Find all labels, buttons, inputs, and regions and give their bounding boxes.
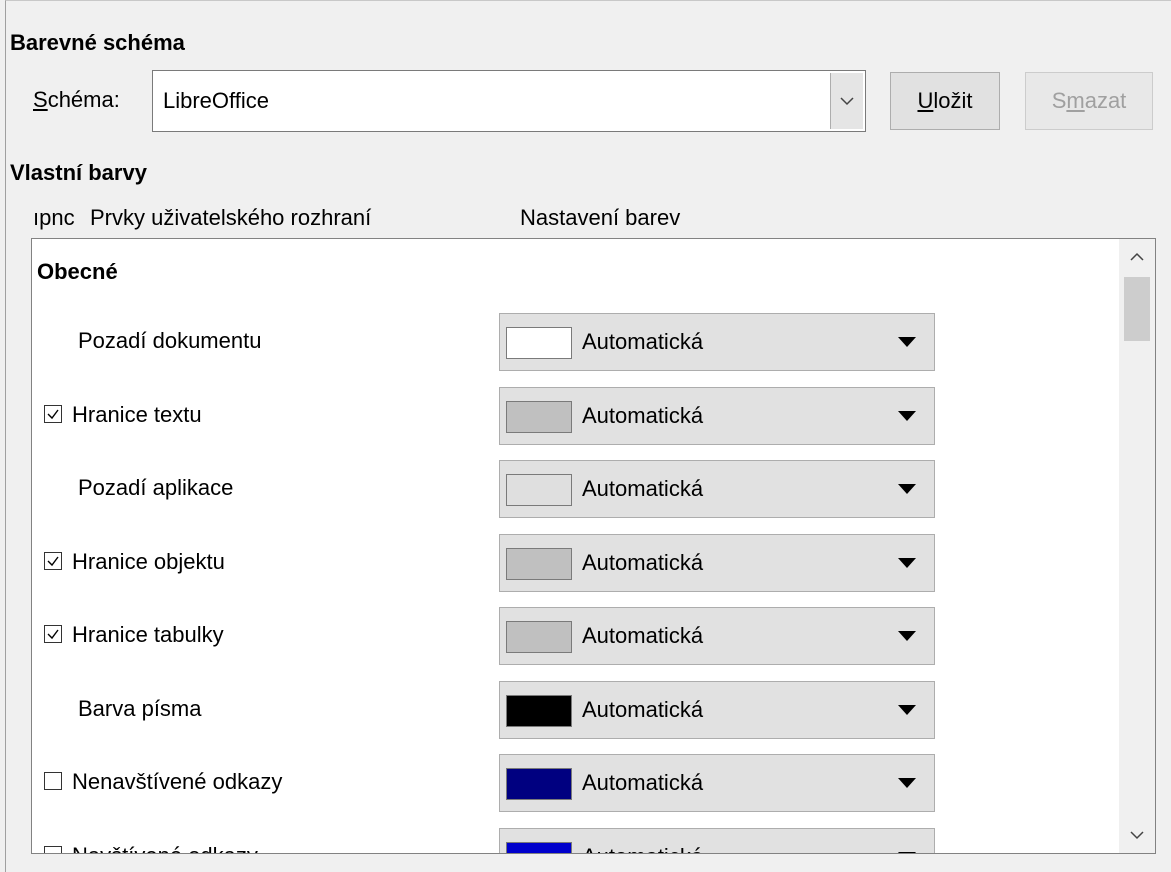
scheme-combobox-value: LibreOffice bbox=[163, 88, 269, 113]
color-swatch bbox=[506, 768, 572, 800]
scheme-combobox[interactable]: LibreOffice bbox=[152, 70, 866, 132]
scrollbar[interactable] bbox=[1119, 239, 1155, 853]
dropdown-arrow-icon[interactable] bbox=[898, 484, 916, 494]
color-dropdown-value: Automatická bbox=[582, 329, 704, 354]
check-icon bbox=[47, 409, 59, 420]
color-dropdown-value: Automatická bbox=[582, 403, 704, 428]
scroll-down-icon[interactable] bbox=[1119, 817, 1155, 853]
color-scheme-title: Barevné schéma bbox=[10, 30, 185, 55]
list-item[interactable]: Nenavštívené odkazy Automatická bbox=[32, 754, 1112, 814]
row-label: Pozadí aplikace bbox=[78, 475, 234, 500]
list-item[interactable]: Hranice textu Automatická bbox=[32, 387, 1112, 447]
list-item[interactable]: Navštívené odkazy Automatická bbox=[32, 828, 1112, 853]
scheme-label: Schéma: bbox=[33, 87, 120, 112]
column-header-color-setting[interactable]: Nastavení barev bbox=[520, 205, 680, 231]
row-label: Barva písma bbox=[78, 696, 202, 721]
color-dropdown[interactable]: Automatická bbox=[499, 387, 935, 445]
color-dropdown-value: Automatická bbox=[582, 844, 703, 853]
color-list[interactable]: Obecné Pozadí dokumentu Automatická Hranic… bbox=[31, 238, 1156, 854]
scroll-thumb[interactable] bbox=[1124, 277, 1150, 341]
group-title: Obecné bbox=[37, 259, 118, 284]
row-label: Hranice objektu bbox=[72, 549, 225, 574]
list-item[interactable]: Hranice objektu Automatická bbox=[32, 534, 1112, 594]
row-label: Hranice tabulky bbox=[72, 622, 224, 647]
dropdown-arrow-icon[interactable] bbox=[898, 631, 916, 641]
color-dropdown-value: Automatická bbox=[582, 770, 704, 795]
color-dropdown-value: Automatická bbox=[582, 623, 704, 648]
delete-button[interactable]: Sm azat bbox=[1025, 72, 1153, 130]
row-label: Nenavštívené odkazy bbox=[72, 769, 283, 794]
color-swatch bbox=[506, 548, 572, 580]
dropdown-arrow-icon[interactable] bbox=[898, 852, 916, 853]
color-swatch bbox=[506, 842, 572, 853]
check-icon bbox=[47, 556, 59, 567]
check-icon bbox=[47, 629, 59, 640]
color-dropdown[interactable]: Automatická bbox=[499, 681, 935, 739]
color-swatch bbox=[506, 695, 572, 727]
color-dropdown[interactable]: Automatická bbox=[499, 534, 935, 592]
dropdown-arrow-icon[interactable] bbox=[898, 558, 916, 568]
color-dropdown[interactable]: Automatická bbox=[499, 754, 935, 812]
color-swatch bbox=[506, 621, 572, 653]
checked-checkbox[interactable] bbox=[44, 405, 62, 423]
chevron-down-icon[interactable] bbox=[830, 73, 863, 129]
column-header-ui-elements[interactable]: Prvky uživatelského rozhraní bbox=[90, 205, 371, 231]
dropdown-arrow-icon[interactable] bbox=[898, 778, 916, 788]
dropdown-arrow-icon[interactable] bbox=[898, 337, 916, 347]
save-button[interactable]: Uložit bbox=[890, 72, 1000, 130]
color-dropdown-value: Automatická bbox=[582, 550, 704, 575]
row-label: Pozadí dokumentu bbox=[78, 328, 262, 353]
color-dropdown[interactable]: Automatická bbox=[499, 828, 935, 853]
dropdown-arrow-icon[interactable] bbox=[898, 705, 916, 715]
color-dropdown[interactable]: Automatická bbox=[499, 607, 935, 665]
list-item[interactable]: Pozadí dokumentu Automatická bbox=[32, 313, 1112, 373]
checkbox[interactable] bbox=[44, 772, 62, 790]
list-item[interactable]: Barva písma Automatická bbox=[32, 681, 1112, 741]
checkbox[interactable] bbox=[44, 846, 62, 853]
column-header-on[interactable]: ıpnc bbox=[33, 205, 75, 231]
color-swatch bbox=[506, 327, 572, 359]
color-swatch bbox=[506, 401, 572, 433]
scroll-up-icon[interactable] bbox=[1119, 239, 1155, 275]
row-label: Navštívené odkazy bbox=[72, 843, 258, 853]
row-label: Hranice textu bbox=[72, 402, 202, 427]
list-item[interactable]: Hranice tabulky Automatická bbox=[32, 607, 1112, 667]
list-item[interactable]: Pozadí aplikace Automatická bbox=[32, 460, 1112, 520]
color-dropdown[interactable]: Automatická bbox=[499, 313, 935, 371]
color-dropdown-value: Automatická bbox=[582, 697, 704, 722]
checked-checkbox[interactable] bbox=[44, 625, 62, 643]
custom-colors-title: Vlastní barvy bbox=[10, 160, 147, 185]
color-swatch bbox=[506, 474, 572, 506]
color-dropdown[interactable]: Automatická bbox=[499, 460, 935, 518]
color-dropdown-value: Automatická bbox=[582, 476, 704, 501]
dropdown-arrow-icon[interactable] bbox=[898, 411, 916, 421]
checked-checkbox[interactable] bbox=[44, 552, 62, 570]
